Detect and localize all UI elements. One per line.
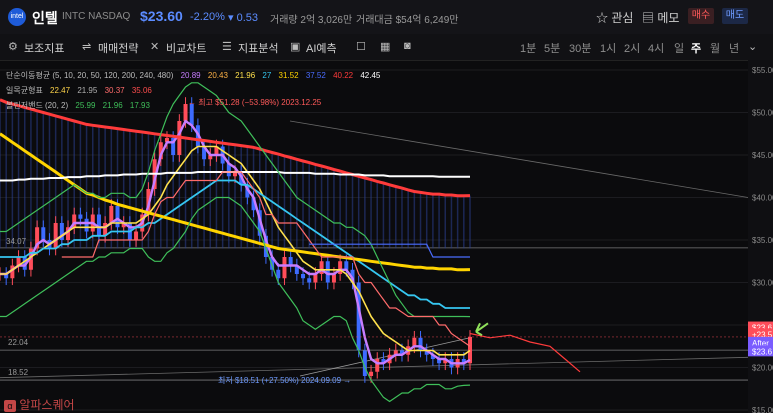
grid-icon[interactable]: ▦ bbox=[380, 40, 390, 53]
candle-body bbox=[307, 278, 312, 283]
sma-value-20: 21.96 bbox=[235, 71, 256, 80]
indicator-button[interactable]: 보조지표 bbox=[24, 40, 64, 56]
candle-body bbox=[282, 257, 287, 279]
compare-button[interactable]: 비교차트 bbox=[166, 40, 206, 56]
header-bar: intel 인텔 INTC NASDAQ $23.60 -2.20% ▾ 0.5… bbox=[0, 0, 773, 34]
tf-month[interactable]: 월 bbox=[710, 40, 720, 56]
bollinger-middle-value: 21.96 bbox=[102, 101, 123, 110]
ichimoku-value-1: 22.47 bbox=[50, 86, 71, 95]
sma-value-50: 27 bbox=[262, 71, 272, 80]
watchlist-button[interactable]: ☆ 관심 bbox=[596, 9, 633, 26]
sma-value-240: 40.22 bbox=[333, 71, 354, 80]
y-tick-label: $30.00 bbox=[752, 279, 773, 288]
tf-year[interactable]: 년 bbox=[729, 40, 739, 56]
candle-body bbox=[134, 231, 139, 240]
y-tick-label: $40.00 bbox=[752, 194, 773, 203]
candle-body bbox=[301, 274, 306, 279]
chart-toolbar: ⚙ 보조지표 ⇌ 매매전략 ✕ 비교차트 ☰ 지표분석 ▣ AI예측 ☐ ▦ ◙… bbox=[0, 34, 773, 61]
ichimoku-value-4: 35.06 bbox=[131, 86, 152, 95]
ai-predict-button[interactable]: AI예측 bbox=[306, 40, 337, 56]
memo-button[interactable]: ▤ 메모 bbox=[642, 9, 679, 26]
camera-icon[interactable]: ◙ bbox=[404, 40, 411, 52]
ichimoku-legend: 일목균형표 22.47 21.95 30.37 35.06 bbox=[6, 85, 157, 96]
analysis-button[interactable]: 지표분석 bbox=[238, 40, 278, 56]
strategy-icon: ⇌ bbox=[82, 41, 92, 53]
bollinger-legend: 볼린저밴드 (20, 2) 25.99 21.96 17.93 bbox=[6, 100, 155, 111]
amount-label: 거래대금 $54억 6,249만 bbox=[356, 15, 459, 26]
watermark-text: 알파스퀘어 bbox=[19, 398, 75, 412]
sma-value-120: 31.52 bbox=[278, 71, 299, 80]
alpha-logo-icon: α bbox=[4, 400, 16, 412]
indicator-icon: ⚙ bbox=[8, 41, 18, 53]
candle-body bbox=[468, 336, 472, 364]
candle-body bbox=[41, 227, 46, 240]
current-price: $23.60 bbox=[140, 8, 183, 24]
analysis-icon: ☰ bbox=[222, 41, 232, 53]
y-tick-label: $45.00 bbox=[752, 151, 773, 160]
tf-week[interactable]: 주 bbox=[691, 40, 701, 56]
tf-day[interactable]: 일 bbox=[674, 40, 684, 56]
tf-2h[interactable]: 2시 bbox=[624, 40, 640, 56]
volume-label: 거래량 2억 3,026만 bbox=[270, 15, 353, 26]
ticker-label: INTC NASDAQ bbox=[62, 11, 131, 22]
tf-5m[interactable]: 5분 bbox=[544, 40, 560, 56]
tf-1h[interactable]: 1시 bbox=[600, 40, 616, 56]
chevron-down-icon[interactable]: ⌄ bbox=[748, 40, 757, 53]
strategy-button[interactable]: 매매전략 bbox=[98, 40, 138, 56]
candle-body bbox=[344, 261, 349, 270]
level-22: 22.04 bbox=[8, 338, 29, 347]
candle-body bbox=[109, 206, 114, 223]
tf-1m[interactable]: 1분 bbox=[520, 40, 536, 56]
future-span-line bbox=[469, 332, 581, 373]
candle-body bbox=[412, 337, 417, 347]
candle-body bbox=[115, 206, 120, 228]
sma-value-5: 20.89 bbox=[180, 71, 201, 80]
buy-button[interactable]: 매수 bbox=[688, 8, 714, 24]
bollinger-legend-label: 볼린저밴드 (20, 2) bbox=[6, 101, 69, 110]
stock-name: 인텔 bbox=[32, 10, 58, 26]
ai-icon: ▣ bbox=[290, 41, 301, 53]
y-tick-label: $55.00 bbox=[752, 66, 773, 75]
candle-body bbox=[53, 223, 58, 249]
bollinger-lower-value: 17.93 bbox=[129, 101, 150, 110]
candle-body bbox=[84, 218, 89, 232]
level-34: 34.07 bbox=[6, 237, 27, 246]
y-tick-label: $15.00 bbox=[752, 406, 773, 413]
trend-line bbox=[299, 337, 471, 377]
ichimoku-value-3: 30.37 bbox=[104, 86, 125, 95]
candle-body bbox=[313, 274, 318, 283]
sell-button[interactable]: 매도 bbox=[722, 8, 748, 24]
low-annotation: 최저 $18.51 (+27.50%) 2024.09.09 → bbox=[218, 376, 352, 385]
price-chart[interactable]: $55.00$50.00$45.00$40.00$35.00$30.00$25.… bbox=[0, 60, 773, 413]
ichimoku-legend-label: 일목균형표 bbox=[6, 86, 43, 95]
sma-legend: 단순이동평균 (5, 10, 20, 50, 120, 200, 240, 48… bbox=[6, 70, 385, 81]
sma-value-200: 37.52 bbox=[305, 71, 326, 80]
sma-legend-label: 단순이동평균 (5, 10, 20, 50, 120, 200, 240, 48… bbox=[6, 71, 174, 80]
level-18: 18.52 bbox=[8, 368, 29, 377]
compare-icon: ✕ bbox=[150, 41, 160, 53]
candle-body bbox=[288, 257, 293, 266]
high-annotation: ← 최고 $51.28 (−53.98%) 2023.12.25 bbox=[188, 98, 322, 107]
price-tag: $23.6 bbox=[752, 347, 773, 356]
y-tick-label: $50.00 bbox=[752, 109, 773, 118]
tf-4h[interactable]: 4시 bbox=[648, 40, 664, 56]
candle-body bbox=[331, 274, 336, 283]
watermark: α 알파스퀘어 bbox=[4, 396, 75, 413]
ichimoku-value-2: 21.95 bbox=[77, 86, 98, 95]
y-tick-label: $20.00 bbox=[752, 364, 773, 373]
candle-body bbox=[183, 104, 188, 121]
y-tick-label: $35.00 bbox=[752, 236, 773, 245]
candle-body bbox=[369, 371, 374, 376]
change-percent: -2.20% bbox=[190, 11, 225, 23]
candle-body bbox=[78, 214, 83, 219]
tf-30m[interactable]: 30분 bbox=[569, 40, 591, 56]
intel-logo-icon: intel bbox=[8, 8, 26, 26]
square-icon[interactable]: ☐ bbox=[356, 40, 366, 53]
bollinger-upper-value: 25.99 bbox=[75, 101, 96, 110]
sma-value-480: 42.45 bbox=[360, 71, 381, 80]
sma-value-10: 20.43 bbox=[207, 71, 228, 80]
change-amount: ▾ 0.53 bbox=[228, 12, 258, 24]
